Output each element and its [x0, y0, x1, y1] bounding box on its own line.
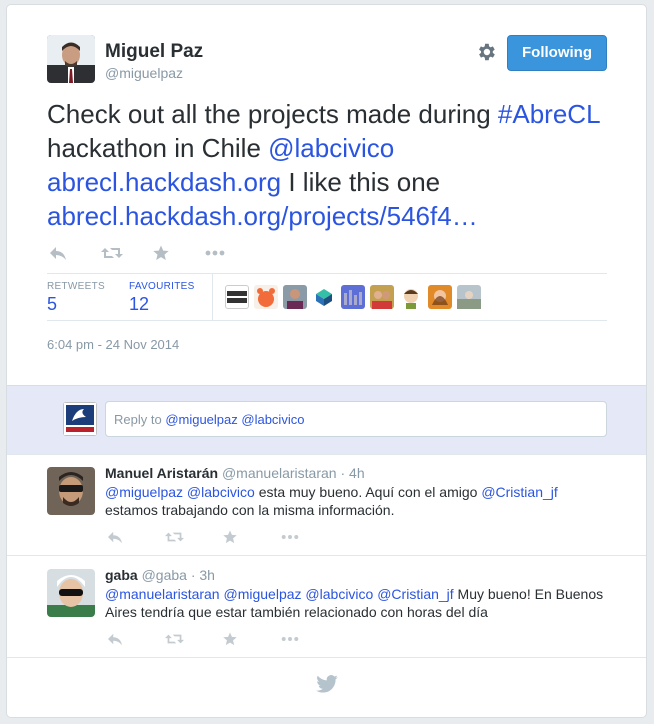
retweet-icon[interactable]: [165, 526, 223, 548]
reply-text: @miguelpaz @labcivico esta muy bueno. Aq…: [105, 483, 615, 519]
author-avatar[interactable]: [47, 35, 95, 83]
favorite-icon[interactable]: [223, 628, 281, 650]
tweet-timestamp[interactable]: 6:04 pm - 24 Nov 2014: [47, 337, 179, 352]
mention-link[interactable]: @labcivico: [305, 586, 373, 602]
divider: [7, 555, 646, 556]
mention-link[interactable]: @Cristian_jf: [481, 484, 557, 500]
tweet-card: Miguel Paz @miguelpaz Following Check ou…: [6, 4, 647, 718]
reply-icon[interactable]: [107, 526, 165, 548]
retweet-icon[interactable]: [165, 628, 223, 650]
user-avatar: [63, 402, 97, 436]
twitter-bird-icon[interactable]: [316, 675, 338, 698]
favourites-label[interactable]: FAVOURITES: [129, 281, 195, 292]
favorite-icon[interactable]: [153, 242, 205, 264]
reply-author-avatar[interactable]: [47, 569, 95, 617]
hashtag-link[interactable]: #AbreCL: [498, 99, 600, 129]
reply-header: gaba @gaba · 3h: [105, 567, 215, 583]
mention-link[interactable]: @labcivico: [268, 133, 394, 163]
mention-link[interactable]: @labcivico: [187, 484, 255, 500]
reply-actions: [107, 526, 339, 548]
retweets-count[interactable]: 5: [47, 294, 57, 315]
avatar[interactable]: [341, 285, 365, 309]
avatar[interactable]: [283, 285, 307, 309]
avatar[interactable]: [225, 285, 249, 309]
divider: [7, 454, 646, 455]
author-handle[interactable]: @miguelpaz: [105, 65, 183, 81]
avatar[interactable]: [370, 285, 394, 309]
tweet-text-part: I like this one: [281, 167, 441, 197]
reply-input[interactable]: Reply to @miguelpaz @labcivico: [105, 401, 607, 437]
mention-link[interactable]: @miguelpaz: [224, 586, 302, 602]
following-button[interactable]: Following: [507, 35, 607, 71]
favourites-count[interactable]: 12: [129, 294, 149, 315]
retweets-label: RETWEETS: [47, 281, 105, 292]
more-icon[interactable]: [281, 526, 339, 548]
avatar[interactable]: [428, 285, 452, 309]
reply-mention: @labcivico: [241, 412, 305, 427]
reply-mention: @miguelpaz: [165, 412, 238, 427]
favouriters-list: [225, 285, 481, 309]
url-link[interactable]: abrecl.hackdash.org: [47, 167, 281, 197]
reply-text-part: Muy bueno! En Buenos: [453, 586, 604, 602]
reply-icon[interactable]: [49, 242, 101, 264]
reply-actions: [107, 628, 339, 650]
avatar[interactable]: [312, 285, 336, 309]
separator: ·: [190, 567, 196, 583]
reply-text-part: esta muy bueno. Aquí con el amigo: [254, 484, 482, 500]
reply-text: @manuelaristaran @miguelpaz @labcivico @…: [105, 585, 615, 621]
reply-prefix: Reply to: [114, 412, 166, 427]
mention-link[interactable]: @miguelpaz: [105, 484, 183, 500]
mention-link[interactable]: @manuelaristaran: [105, 586, 220, 602]
retweet-icon[interactable]: [101, 242, 153, 264]
divider: [212, 273, 213, 321]
divider: [47, 273, 607, 274]
reply-box: Reply to @miguelpaz @labcivico: [7, 385, 646, 455]
gear-icon[interactable]: [475, 41, 499, 65]
reply-author-name[interactable]: Manuel Aristarán: [105, 465, 218, 481]
more-icon[interactable]: [281, 628, 339, 650]
separator: ·: [340, 465, 346, 481]
favorite-icon[interactable]: [223, 526, 281, 548]
reply-time[interactable]: 3h: [199, 567, 215, 583]
divider: [47, 320, 607, 321]
mention-link[interactable]: @Cristian_jf: [377, 586, 453, 602]
tweet-actions: [49, 242, 257, 264]
reply-header: Manuel Aristarán @manuelaristaran · 4h: [105, 465, 365, 481]
reply-author-name[interactable]: gaba: [105, 567, 138, 583]
avatar[interactable]: [399, 285, 423, 309]
url-link[interactable]: abrecl.hackdash.org/projects/546f4…: [47, 201, 478, 231]
tweet-text-part: Check out all the projects made during: [47, 99, 498, 129]
tweet-text: Check out all the projects made during #…: [47, 97, 607, 233]
reply-author-avatar[interactable]: [47, 467, 95, 515]
tweet-text-part: hackathon in Chile: [47, 133, 269, 163]
reply-text-part: estamos trabajando con la misma informac…: [105, 502, 395, 518]
reply-time[interactable]: 4h: [349, 465, 365, 481]
reply-icon[interactable]: [107, 628, 165, 650]
reply-author-handle[interactable]: @gaba: [142, 567, 187, 583]
avatar[interactable]: [254, 285, 278, 309]
more-icon[interactable]: [205, 242, 257, 264]
divider: [7, 657, 646, 658]
author-name[interactable]: Miguel Paz: [105, 41, 203, 63]
reply-text-part: Aires tendría que estar también relacion…: [105, 604, 488, 620]
avatar[interactable]: [457, 285, 481, 309]
reply-author-handle[interactable]: @manuelaristaran: [222, 465, 337, 481]
